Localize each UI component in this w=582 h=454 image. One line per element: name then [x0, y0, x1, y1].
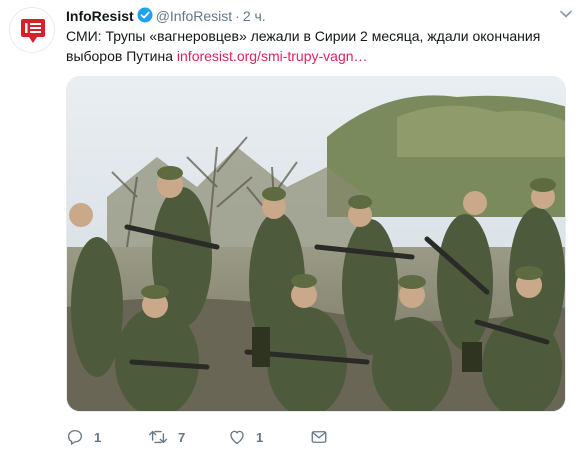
- like-count: 1: [256, 429, 264, 445]
- separator-dot: ·: [235, 8, 240, 24]
- reply-button[interactable]: 1: [66, 426, 101, 448]
- retweet-button[interactable]: 7: [148, 426, 185, 448]
- envelope-icon: [311, 431, 327, 443]
- reply-icon: [67, 429, 83, 445]
- inforesist-logo-icon: [10, 8, 54, 52]
- group-photo-image: [67, 77, 565, 411]
- tweet-image[interactable]: [66, 76, 566, 412]
- avatar[interactable]: [9, 7, 55, 53]
- chevron-down-icon[interactable]: [559, 7, 573, 21]
- verified-badge-icon: [137, 7, 153, 28]
- retweet-count: 7: [178, 429, 186, 445]
- heart-icon: [230, 430, 244, 445]
- retweet-icon: [148, 430, 168, 444]
- tweet-timestamp[interactable]: 2 ч.: [243, 8, 266, 24]
- author-name[interactable]: InfoResist: [66, 8, 134, 24]
- tweet-actions: 1 7 1: [66, 426, 566, 448]
- article-link[interactable]: inforesist.org/smi-trupy-vagn…: [177, 48, 368, 64]
- tweet[interactable]: InfoResist @InfoResist · 2 ч. СМИ: Трупы «в…: [0, 0, 582, 454]
- reply-count: 1: [94, 429, 102, 445]
- direct-message-button[interactable]: [310, 426, 338, 448]
- tweet-text: СМИ: Трупы «вагнеровцев» лежали в Сирии …: [66, 26, 556, 66]
- like-button[interactable]: 1: [228, 426, 263, 448]
- author-handle[interactable]: @InfoResist: [156, 8, 232, 24]
- tweet-header: InfoResist @InfoResist · 2 ч.: [66, 7, 266, 28]
